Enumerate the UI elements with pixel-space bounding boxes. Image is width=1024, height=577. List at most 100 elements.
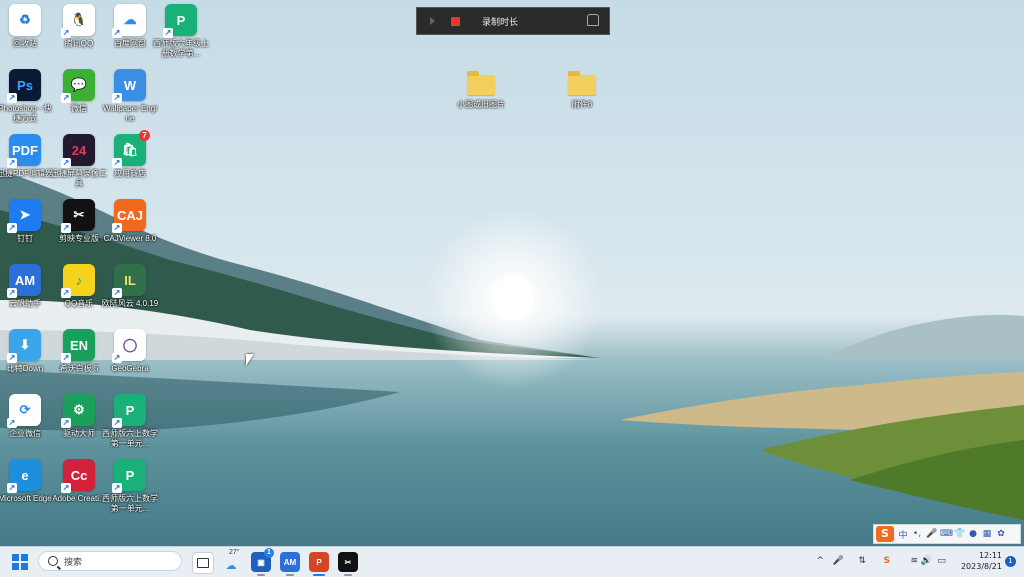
desktop-icon-driver[interactable]: ⚙ ↗ 驱动大师 — [50, 394, 108, 439]
task-view-button[interactable] — [192, 552, 214, 574]
ime-toolbox-icon[interactable]: ▦ — [982, 529, 992, 539]
folder-label: 附件8 — [571, 100, 593, 109]
game-glyph: IL — [124, 272, 136, 288]
desktop-icon-label: 迅捷屏幕录像工具 — [51, 169, 107, 188]
desktop-icon-label: 剪映专业版 — [59, 234, 99, 243]
desktop-folder[interactable]: 附件8 — [547, 71, 617, 110]
battery-icon[interactable]: ▭ — [937, 556, 946, 566]
taskbar-search-input[interactable]: 搜索 — [38, 551, 182, 571]
desktop-icon-photoshop[interactable]: Ps ↗ Photoshop - 快捷方式 — [0, 69, 54, 124]
taskbar-app-badge: 1 — [264, 548, 274, 558]
desktop-icon-label: 西师版六上数学第一单元... — [102, 429, 158, 448]
weather-widget[interactable]: 27° ☁ — [221, 549, 241, 572]
search-placeholder: 搜索 — [64, 557, 83, 568]
ime-keyboard-icon[interactable]: ⌨ — [940, 529, 953, 539]
desktop-icon-qq-music[interactable]: ♪ ↗ QQ音乐 — [50, 264, 108, 309]
play-icon[interactable] — [430, 17, 435, 25]
network-activity-icon[interactable]: ⇅ — [858, 556, 866, 566]
desktop-icon-app-store[interactable]: 🛍 ↗ 7 应用商店 — [101, 130, 159, 179]
desktop-icon-screen-recorder[interactable]: 24 ↗ 迅捷屏幕录像工具 — [50, 134, 108, 189]
ime-mode-toggle[interactable]: 中 — [898, 528, 908, 541]
bitdown-icon: ⬇ ↗ — [7, 329, 41, 363]
sogou-tray-icon[interactable]: S — [884, 556, 890, 566]
weather-temperature: 27° — [229, 549, 240, 556]
desktop-icon-bitdown[interactable]: ⬇ ↗ 比特Down — [0, 329, 54, 374]
am-icon: AM ↗ — [7, 264, 41, 298]
desktop-icon-pdf-editor-1[interactable]: P ↗ 西师版六年级上册数学第... — [152, 4, 210, 59]
recording-duration-label: 录制时长 — [482, 16, 519, 27]
taskbar-powerpoint[interactable]: P — [309, 552, 329, 576]
recycle-bin-icon: ♻ — [9, 4, 41, 36]
ime-voice-icon[interactable]: 🎤 — [926, 529, 937, 539]
photoshop-glyph: Ps — [17, 77, 33, 93]
desktop-icon-label: QQ音乐 — [64, 299, 94, 308]
clock-time: 12:11 — [978, 551, 1002, 560]
shortcut-arrow-icon: ↗ — [112, 418, 122, 428]
ime-punctuation-icon[interactable]: •, — [912, 529, 922, 539]
en-app-icon: EN ↗ — [61, 329, 95, 363]
show-hidden-icons-chevron-icon[interactable]: ^ — [816, 556, 824, 566]
bitdown-glyph: ⬇ — [19, 337, 31, 352]
desktop-icon-label: 迅捷PDF编辑器 — [0, 169, 53, 178]
desktop-icon-adobe[interactable]: Cc ↗ Adobe Creati... — [50, 459, 108, 504]
desktop-icon-dingtalk[interactable]: ➤ ↗ 钉钉 — [0, 199, 54, 244]
start-button[interactable] — [12, 554, 28, 570]
home-icon[interactable] — [587, 14, 599, 26]
shortcut-arrow-icon: ↗ — [61, 288, 71, 298]
volume-icon[interactable]: 🔊 — [921, 556, 932, 566]
desktop-icon-capcut[interactable]: ✂ ↗ 剪映专业版 — [50, 199, 108, 244]
desktop-icon-label: 比特Down — [6, 364, 44, 373]
shortcut-arrow-icon: ↗ — [61, 483, 71, 493]
desktop-icon-pdf-reader[interactable]: PDF ↗ 迅捷PDF编辑器 — [0, 134, 54, 179]
desktop-icon-label: 钉钉 — [17, 234, 33, 243]
desktop-icon-wallpaper[interactable]: W ↗ Wallpaper Engine — [101, 69, 159, 124]
sogou-ime-icon[interactable]: S — [876, 526, 894, 542]
clock[interactable]: 12:11 2023/8/21 — [961, 550, 1002, 572]
desktop-icon-geogebra[interactable]: ◯ ↗ GeoGebra — [101, 329, 159, 374]
shortcut-arrow-icon: ↗ — [61, 418, 71, 428]
desktop-icon-label: 微信 — [71, 104, 87, 113]
folder-label: 小图或旧图片 — [457, 100, 505, 109]
ime-emoji-icon[interactable]: ● — [968, 529, 978, 539]
desktop-icon-en-app[interactable]: EN ↗ 希沃白板 5 — [50, 329, 108, 374]
ime-settings-icon[interactable]: ✿ — [996, 529, 1006, 539]
notification-badge[interactable]: 1 — [1005, 556, 1016, 567]
shortcut-arrow-icon: ↗ — [61, 28, 71, 38]
adobe-glyph: Cc — [70, 467, 88, 483]
ime-skin-icon[interactable]: 👕 — [954, 529, 965, 539]
geogebra-glyph: ◯ — [122, 337, 138, 352]
shortcut-arrow-icon: ↗ — [61, 93, 71, 103]
ime-toolbar: S 中 •, 🎤 ⌨ 👕 ● ▦ ✿ — [873, 524, 1021, 544]
desktop-icon-qq[interactable]: 🐧 ↗ 腾讯QQ — [50, 4, 108, 49]
shortcut-arrow-icon: ↗ — [7, 93, 17, 103]
desktop-icon-wechat[interactable]: 💬 ↗ 微信 — [50, 69, 108, 114]
task-view-icon — [197, 558, 209, 568]
screen-recorder-icon: 24 ↗ — [61, 134, 95, 168]
microphone-icon[interactable]: 🎤 — [833, 556, 844, 566]
desktop-folder[interactable]: 小图或旧图片 — [446, 71, 516, 110]
desktop-icon-pdf-editor-3[interactable]: P ↗ 西师版六上数学第一单元... — [101, 459, 159, 514]
taskbar-capcut[interactable]: ✂ — [338, 552, 358, 576]
desktop-icon-caj-viewer[interactable]: CAJ ↗ CAJViewer 8.0 — [101, 199, 159, 244]
desktop-icon-baidu-netdisk[interactable]: ☁ ↗ 百度网盘 — [101, 4, 159, 49]
qq-glyph: 🐧 — [70, 12, 88, 27]
desktop-icon-enterprise-wechat[interactable]: ⟳ ↗ 企业微信 — [0, 394, 54, 439]
desktop-icon-am[interactable]: AM ↗ 云帆助手 — [0, 264, 54, 309]
weather-icon: ☁ — [225, 559, 237, 572]
desktop-icon-label: 百度网盘 — [114, 39, 146, 48]
shortcut-arrow-icon: ↗ — [112, 223, 122, 233]
desktop-icon-game[interactable]: IL ↗ 欧陆风云 4.0.19 — [101, 264, 159, 309]
desktop-icon-recycle-bin[interactable]: ♻ 回收站 — [0, 4, 54, 49]
desktop-icon-pdf-editor-2[interactable]: P ↗ 西师版六上数学第一单元... — [101, 394, 159, 449]
shortcut-arrow-icon: ↗ — [7, 483, 17, 493]
stop-recording-button[interactable] — [451, 16, 460, 26]
store-icon: ▣ — [257, 557, 265, 567]
taskbar-am-app[interactable]: AM — [280, 552, 300, 576]
am-glyph: AM — [14, 272, 36, 288]
wifi-icon[interactable]: ≋ — [910, 556, 918, 566]
wallpaper-icon: W ↗ — [112, 69, 146, 103]
recycle-bin-glyph: ♻ — [19, 12, 31, 27]
desktop-icon-edge[interactable]: e ↗ Microsoft Edge — [0, 459, 54, 504]
taskbar-app-store[interactable]: ▣ 1 — [251, 548, 274, 576]
wechat-glyph: 💬 — [70, 77, 88, 92]
